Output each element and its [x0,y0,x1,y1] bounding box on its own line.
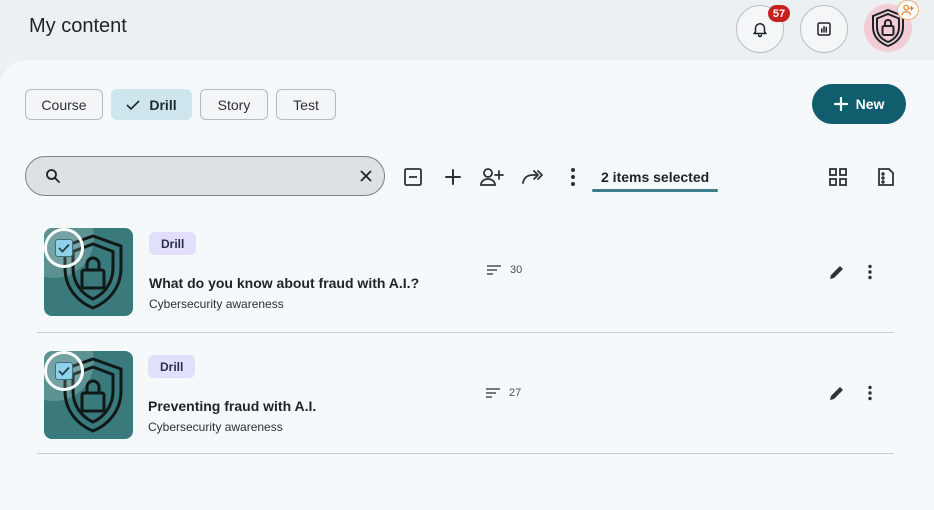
selection-underline [592,189,718,192]
filter-chip-story[interactable]: Story [200,89,268,120]
item-title[interactable]: What do you know about fraud with A.I.? [149,275,419,291]
row-divider [37,453,894,454]
notifications-badge: 57 [768,5,790,22]
grid-view-icon [829,168,847,186]
add-person-icon [480,168,504,186]
filter-chip-label: Story [217,96,251,113]
row-divider [37,332,894,333]
filter-chip-label: Course [41,96,87,113]
sort-lines-icon [486,388,500,398]
filter-chip-course[interactable]: Course [25,89,103,120]
close-icon[interactable] [357,167,375,185]
more-options-button[interactable] [560,164,586,190]
chart-icon [817,22,831,36]
type-badge: Drill [148,355,196,378]
list-view-button[interactable] [873,164,899,190]
collapse-button[interactable] [400,164,426,190]
top-bar: My content 57 [0,0,934,60]
more-vert-icon [868,385,872,401]
filter-chip-label: Drill [149,96,177,113]
page-title: My content [29,15,127,37]
more-vert-icon [571,168,575,186]
collapse-icon [404,168,422,186]
item-title[interactable]: Preventing fraud with A.I. [148,398,316,414]
item-subtitle: Cybersecurity awareness [149,297,284,311]
question-count: 30 [486,264,522,276]
more-vert-icon [868,264,872,280]
add-icon [445,169,461,185]
list-item[interactable]: Drill What do you know about fraud with … [37,218,894,333]
list-item[interactable]: Drill Preventing fraud with A.I. Cyberse… [37,341,894,456]
edit-button[interactable] [826,261,848,283]
bell-icon [753,23,767,38]
type-badge: Drill [149,232,197,255]
list-view-icon [878,168,894,186]
add-button[interactable] [440,164,466,190]
new-button-label: New [855,96,885,112]
item-subtitle: Cybersecurity awareness [148,420,283,434]
item-menu-button[interactable] [859,261,881,283]
grid-view-button[interactable] [825,164,851,190]
item-checkbox[interactable] [44,351,84,391]
check-icon [58,243,70,253]
pencil-icon [830,387,843,400]
share-button[interactable] [520,164,546,190]
switch-user-icon[interactable] [897,0,919,20]
filter-chip-test[interactable]: Test [276,89,336,120]
count-value: 27 [509,387,522,399]
count-value: 30 [510,264,523,276]
search-bar[interactable] [25,156,385,196]
search-icon [46,169,60,183]
reports-button[interactable] [800,5,848,53]
forward-icon [522,170,543,184]
filter-chip-label: Test [293,96,319,113]
edit-button[interactable] [826,382,848,404]
check-icon [126,99,140,111]
item-checkbox[interactable] [44,228,84,268]
plus-icon [833,97,848,111]
question-count: 27 [485,387,521,399]
new-button[interactable]: New [812,84,906,124]
item-menu-button[interactable] [859,382,881,404]
sort-lines-icon [487,265,501,275]
selection-count: 2 items selected [601,169,710,185]
add-person-button[interactable] [479,164,505,190]
pencil-icon [830,266,843,279]
filter-chip-drill[interactable]: Drill [111,89,192,120]
selection-indicator[interactable]: 2 items selected [592,166,718,194]
panel-edge [922,60,934,510]
search-input[interactable] [74,165,344,187]
check-icon [58,366,70,376]
